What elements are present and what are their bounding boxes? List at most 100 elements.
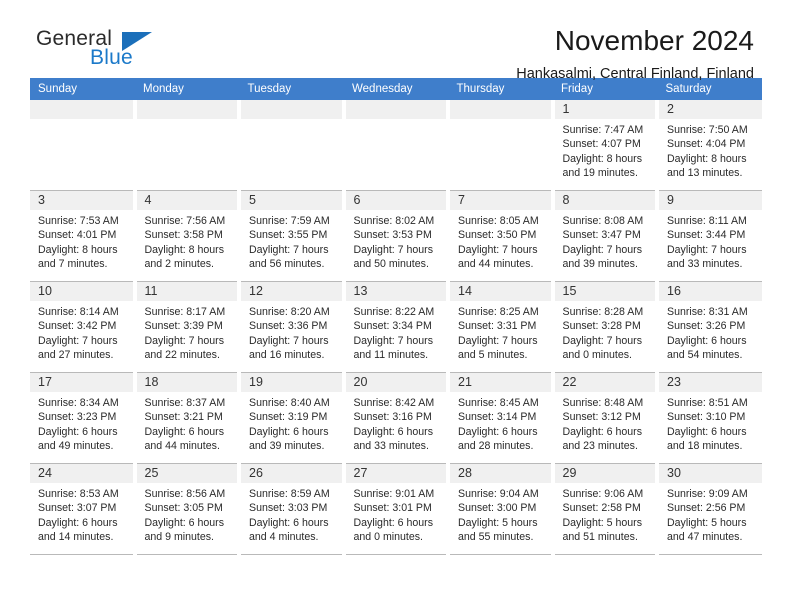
- daylight-duration-line1: Daylight: 5 hours: [458, 516, 538, 529]
- calendar-cell-inner: 9 Sunrise: 8:11 AM Sunset: 3:44 PM Daylight…: [659, 191, 762, 281]
- calendar-day-cell[interactable]: 13 Sunrise: 8:22 AM Sunset: 3:34 PM Dayligh…: [343, 281, 450, 373]
- sunrise-time: Sunrise: 7:53 AM: [38, 215, 119, 227]
- calendar-cell-inner: 26 Sunrise: 8:59 AM Sunset: 3:03 PM Dayligh…: [241, 464, 342, 554]
- daylight-duration-line2: and 9 minutes.: [144, 530, 215, 543]
- day-sun-info: Sunrise: 8:11 AM Sunset: 3:44 PM Daylight:…: [659, 210, 762, 271]
- title-block: November 2024 Hankasalmi, Central Finlan…: [516, 25, 762, 83]
- calendar-day-cell[interactable]: 7 Sunrise: 8:05 AM Sunset: 3:50 PM Daylight…: [448, 190, 555, 282]
- location-subtitle: Hankasalmi, Central Finland, Finland: [516, 66, 754, 83]
- calendar-cell-inner: 21 Sunrise: 8:45 AM Sunset: 3:14 PM Dayligh…: [450, 373, 551, 463]
- calendar-day-cell[interactable]: 16 Sunrise: 8:31 AM Sunset: 3:26 PM Dayligh…: [657, 281, 762, 373]
- daylight-duration-line1: Daylight: 6 hours: [667, 425, 747, 438]
- sunrise-time: Sunrise: 7:50 AM: [667, 124, 748, 136]
- calendar-day-cell[interactable]: 10 Sunrise: 8:14 AM Sunset: 3:42 PM Dayligh…: [30, 281, 137, 373]
- sunset-time: Sunset: 3:19 PM: [249, 411, 328, 424]
- daylight-duration-line2: and 11 minutes.: [353, 348, 429, 361]
- calendar-cell-inner: 13 Sunrise: 8:22 AM Sunset: 3:34 PM Dayligh…: [345, 282, 446, 372]
- calendar-cell-inner: 11 Sunrise: 8:17 AM Sunset: 3:39 PM Dayligh…: [136, 282, 237, 372]
- calendar-week-row: 3 Sunrise: 7:53 AM Sunset: 4:01 PM Daylight…: [30, 190, 762, 282]
- day-number: 21: [450, 373, 551, 392]
- calendar-day-cell[interactable]: 12 Sunrise: 8:20 AM Sunset: 3:36 PM Dayligh…: [239, 281, 346, 373]
- sunset-time: Sunset: 3:16 PM: [353, 411, 432, 424]
- daylight-duration-line2: and 47 minutes.: [667, 530, 743, 543]
- calendar-day-cell[interactable]: 22 Sunrise: 8:48 AM Sunset: 3:12 PM Dayligh…: [552, 372, 659, 464]
- sunset-time: Sunset: 3:39 PM: [144, 320, 223, 333]
- day-number: 3: [30, 191, 133, 210]
- day-number: 19: [241, 373, 342, 392]
- daylight-duration-line1: Daylight: 7 hours: [667, 243, 747, 256]
- sunrise-time: Sunrise: 8:31 AM: [667, 306, 748, 318]
- day-number: [241, 100, 342, 119]
- calendar-cell-inner: 6 Sunrise: 8:02 AM Sunset: 3:53 PM Daylight…: [345, 191, 446, 281]
- calendar-cell-empty: [343, 100, 450, 191]
- day-sun-info: Sunrise: 8:28 AM Sunset: 3:28 PM Daylight:…: [555, 301, 656, 362]
- calendar-day-cell[interactable]: 5 Sunrise: 7:59 AM Sunset: 3:55 PM Daylight…: [239, 190, 346, 282]
- daylight-duration-line2: and 2 minutes.: [144, 257, 215, 270]
- calendar-day-cell[interactable]: 4 Sunrise: 7:56 AM Sunset: 3:58 PM Daylight…: [134, 190, 241, 282]
- sunset-time: Sunset: 3:14 PM: [458, 411, 537, 424]
- calendar-day-cell[interactable]: 8 Sunrise: 8:08 AM Sunset: 3:47 PM Daylight…: [552, 190, 659, 282]
- calendar-day-cell[interactable]: 15 Sunrise: 8:28 AM Sunset: 3:28 PM Dayligh…: [552, 281, 659, 373]
- calendar-day-cell[interactable]: 29 Sunrise: 9:06 AM Sunset: 2:58 PM Dayligh…: [552, 463, 659, 555]
- calendar-cell-inner: [241, 100, 342, 190]
- sunset-time: Sunset: 3:44 PM: [667, 229, 746, 242]
- calendar-day-cell[interactable]: 25 Sunrise: 8:56 AM Sunset: 3:05 PM Dayligh…: [134, 463, 241, 555]
- calendar-day-cell[interactable]: 9 Sunrise: 8:11 AM Sunset: 3:44 PM Daylight…: [657, 190, 762, 282]
- daylight-duration-line1: Daylight: 7 hours: [353, 243, 434, 256]
- day-number: 10: [30, 282, 133, 301]
- calendar-day-cell[interactable]: 1 Sunrise: 7:47 AM Sunset: 4:07 PM Daylight…: [552, 100, 659, 191]
- sunrise-time: Sunrise: 8:53 AM: [38, 488, 119, 500]
- calendar-day-cell[interactable]: 3 Sunrise: 7:53 AM Sunset: 4:01 PM Daylight…: [30, 190, 137, 282]
- day-number: 18: [136, 373, 237, 392]
- calendar-day-cell[interactable]: 21 Sunrise: 8:45 AM Sunset: 3:14 PM Dayligh…: [448, 372, 555, 464]
- calendar-day-cell[interactable]: 6 Sunrise: 8:02 AM Sunset: 3:53 PM Daylight…: [343, 190, 450, 282]
- calendar-day-cell[interactable]: 30 Sunrise: 9:09 AM Sunset: 2:56 PM Dayligh…: [657, 463, 762, 555]
- calendar-cell-empty: [134, 100, 241, 191]
- daylight-duration-line1: Daylight: 5 hours: [562, 516, 643, 529]
- calendar-day-cell[interactable]: 14 Sunrise: 8:25 AM Sunset: 3:31 PM Dayligh…: [448, 281, 555, 373]
- calendar-cell-inner: 3 Sunrise: 7:53 AM Sunset: 4:01 PM Daylight…: [30, 191, 133, 281]
- calendar-cell-empty: [30, 100, 137, 191]
- calendar-cell-inner: [136, 100, 237, 190]
- day-sun-info: Sunrise: 7:53 AM Sunset: 4:01 PM Daylight:…: [30, 210, 133, 271]
- sunset-time: Sunset: 3:00 PM: [458, 502, 537, 515]
- sunset-time: Sunset: 4:04 PM: [667, 138, 746, 151]
- calendar-cell-inner: 17 Sunrise: 8:34 AM Sunset: 3:23 PM Dayligh…: [30, 373, 133, 463]
- calendar-day-cell[interactable]: 2 Sunrise: 7:50 AM Sunset: 4:04 PM Daylight…: [657, 100, 762, 191]
- day-number: [450, 100, 551, 119]
- page-title: November 2024: [554, 25, 754, 56]
- daylight-duration-line2: and 13 minutes.: [667, 166, 743, 179]
- daylight-duration-line2: and 54 minutes.: [667, 348, 743, 361]
- calendar-day-cell[interactable]: 17 Sunrise: 8:34 AM Sunset: 3:23 PM Dayligh…: [30, 372, 137, 464]
- calendar-day-cell[interactable]: 11 Sunrise: 8:17 AM Sunset: 3:39 PM Dayligh…: [134, 281, 241, 373]
- calendar-day-cell[interactable]: 24 Sunrise: 8:53 AM Sunset: 3:07 PM Dayligh…: [30, 463, 137, 555]
- calendar-day-cell[interactable]: 26 Sunrise: 8:59 AM Sunset: 3:03 PM Dayligh…: [239, 463, 346, 555]
- sunrise-time: Sunrise: 9:09 AM: [667, 488, 748, 500]
- calendar-day-cell[interactable]: 20 Sunrise: 8:42 AM Sunset: 3:16 PM Dayligh…: [343, 372, 450, 464]
- calendar-day-cell[interactable]: 27 Sunrise: 9:01 AM Sunset: 3:01 PM Dayligh…: [343, 463, 450, 555]
- daylight-duration-line1: Daylight: 7 hours: [249, 243, 329, 256]
- calendar-cell-inner: 25 Sunrise: 8:56 AM Sunset: 3:05 PM Dayligh…: [136, 464, 237, 554]
- calendar-day-cell[interactable]: 28 Sunrise: 9:04 AM Sunset: 3:00 PM Dayligh…: [448, 463, 555, 555]
- general-blue-logo[interactable]: General Blue: [30, 26, 152, 76]
- day-sun-info: Sunrise: 9:01 AM Sunset: 3:01 PM Daylight:…: [346, 483, 447, 544]
- sunrise-time: Sunrise: 8:25 AM: [458, 306, 539, 318]
- sunset-time: Sunset: 3:47 PM: [562, 229, 641, 242]
- calendar-day-cell[interactable]: 23 Sunrise: 8:51 AM Sunset: 3:10 PM Dayligh…: [657, 372, 762, 464]
- calendar-day-cell[interactable]: 19 Sunrise: 8:40 AM Sunset: 3:19 PM Dayligh…: [239, 372, 346, 464]
- day-sun-info: Sunrise: 8:40 AM Sunset: 3:19 PM Daylight:…: [241, 392, 342, 453]
- daylight-duration-line2: and 5 minutes.: [458, 348, 528, 361]
- daylight-duration-line2: and 22 minutes.: [144, 348, 220, 361]
- calendar-cell-inner: 22 Sunrise: 8:48 AM Sunset: 3:12 PM Dayligh…: [554, 373, 655, 463]
- calendar-day-cell[interactable]: 18 Sunrise: 8:37 AM Sunset: 3:21 PM Dayligh…: [134, 372, 241, 464]
- calendar-body: 1 Sunrise: 7:47 AM Sunset: 4:07 PM Daylight…: [30, 100, 762, 555]
- sunrise-time: Sunrise: 7:47 AM: [562, 124, 644, 136]
- sunrise-time: Sunrise: 7:56 AM: [144, 215, 226, 227]
- daylight-duration-line2: and 23 minutes.: [562, 439, 638, 452]
- sunrise-time: Sunrise: 8:40 AM: [249, 397, 330, 409]
- calendar-cell-inner: 28 Sunrise: 9:04 AM Sunset: 3:00 PM Dayligh…: [450, 464, 551, 554]
- sunrise-time: Sunrise: 8:20 AM: [249, 306, 330, 318]
- day-number: 1: [554, 100, 655, 119]
- calendar-week-row: 1 Sunrise: 7:47 AM Sunset: 4:07 PM Daylight…: [30, 100, 762, 191]
- day-number: 23: [659, 373, 762, 392]
